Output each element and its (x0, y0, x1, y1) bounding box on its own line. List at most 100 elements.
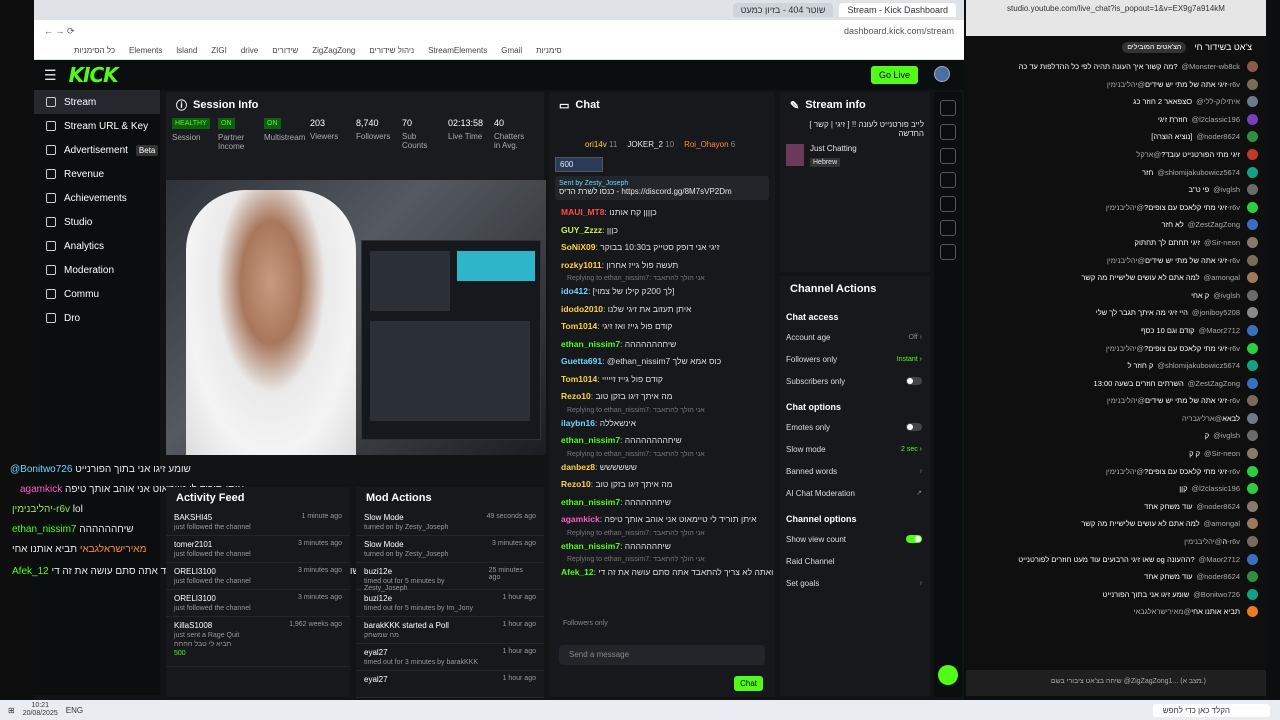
address-bar[interactable]: ← → ⟳ dashboard.kick.com/stream (34, 20, 964, 42)
bookmark[interactable]: ZIGI (211, 46, 227, 55)
sidebar-item-revenue[interactable]: Revenue (34, 162, 160, 186)
chat-username[interactable]: ido412 (561, 286, 588, 296)
windows-icon[interactable]: ⊞ (8, 706, 15, 715)
bookmark[interactable]: Elements (129, 46, 162, 55)
chat-username[interactable]: MAUI_MT8 (561, 207, 604, 217)
sidebar-item-achievements[interactable]: Achievements (34, 186, 160, 210)
yt-chat-username[interactable]: @noder8624 (1197, 132, 1240, 141)
tab-kick-dashboard[interactable]: Stream - Kick Dashboard (839, 3, 956, 17)
bookmark[interactable]: drive (241, 46, 258, 55)
sidebar-item-stream-url[interactable]: Stream URL & Key (34, 114, 160, 138)
lang-indicator[interactable]: ENG (66, 706, 83, 715)
avatar[interactable] (934, 66, 950, 82)
yt-chat-username[interactable]: @ZestZagZong (1188, 220, 1240, 229)
yt-chat-username[interactable]: @Sir-neon (1204, 449, 1240, 458)
yt-chat-username[interactable]: @l2classic196 (1192, 115, 1240, 124)
yt-chat-username[interactable]: @יהליבנימין-r6v (1184, 537, 1240, 546)
tab-youtube[interactable]: שוטר 404 - בזיון כמעט (732, 3, 834, 17)
chat-message-input[interactable]: Send a message (559, 645, 765, 665)
bookmark[interactable]: Gmail (501, 46, 522, 55)
go-live-button[interactable]: Go Live (870, 66, 918, 84)
yt-chat-username[interactable]: @Bonitwo726 (1193, 590, 1240, 599)
kick-logo[interactable]: KICK (69, 63, 119, 87)
back-icon[interactable]: ← → ⟳ (44, 26, 75, 37)
sidebar-item-studio[interactable]: Studio (34, 210, 160, 234)
chat-username[interactable]: Guetta691 (561, 356, 602, 366)
rail-icon[interactable] (940, 148, 956, 164)
rail-icon[interactable] (940, 124, 956, 140)
chat-username[interactable]: idodo2010 (561, 304, 603, 314)
raid-channel-row[interactable]: Raid Channel (780, 550, 930, 572)
yt-chat-username[interactable]: @l2classic196 (1192, 484, 1240, 493)
chat-username[interactable]: danbez8 (561, 462, 595, 472)
bookmark[interactable]: ZigZagZong (312, 46, 355, 55)
sidebar-item-drops[interactable]: Dro (34, 306, 160, 330)
chat-username[interactable]: Tom1014 (561, 374, 597, 384)
bookmark[interactable]: סימניות (536, 46, 561, 55)
chat-username[interactable]: Afek_12 (561, 567, 594, 577)
yt-chat-username[interactable]: @Monster-wb8ck (1182, 62, 1240, 71)
yt-chat-username[interactable]: @noder8624 (1197, 572, 1240, 581)
yt-chat-username[interactable]: @ארליגבריה (1182, 414, 1222, 423)
rail-icon[interactable] (940, 244, 956, 260)
chat-username[interactable]: SoNiX09 (561, 242, 596, 252)
emotes-only-row[interactable]: Emotes only (780, 416, 930, 438)
sidebar-item-community[interactable]: Commu (34, 282, 160, 306)
yt-chat-username[interactable]: @ivglsh (1213, 185, 1240, 194)
yt-chat-username[interactable]: @joniboy5208 (1192, 308, 1240, 317)
menu-icon[interactable]: ☰ (44, 67, 57, 84)
followers-only-row[interactable]: Followers only Instant › (780, 348, 930, 370)
yt-chat-username[interactable]: @amongal (1204, 519, 1240, 528)
sidebar-item-advertisement[interactable]: Advertisement Beta (34, 138, 160, 162)
subscribers-only-toggle[interactable] (906, 377, 922, 385)
rail-icon[interactable] (940, 100, 956, 116)
sidebar-item-stream[interactable]: Stream (34, 90, 160, 114)
yt-chat-username[interactable]: @מאירישראלגבאי (1134, 607, 1192, 616)
chat-username[interactable]: agamkick (561, 514, 600, 524)
show-view-count-row[interactable]: Show view count (780, 528, 930, 550)
emotes-only-toggle[interactable] (906, 423, 922, 431)
top-chat-selector[interactable]: הצ'אטים המובילים (1122, 41, 1187, 53)
yt-chat-username[interactable]: @Maor2712 (1199, 555, 1240, 564)
chat-username[interactable]: ethan_nissim7 (561, 541, 620, 551)
taskbar-search[interactable]: הקלד כאן כדי לחפש (1152, 703, 1270, 717)
yt-chat-username[interactable]: @Maor2712 (1199, 326, 1240, 335)
chat-username[interactable]: ilaybn16 (561, 418, 595, 428)
yt-chat-username[interactable]: @ארקל (1136, 150, 1161, 159)
bookmark[interactable]: כל הסימניות (74, 46, 115, 55)
show-view-count-toggle[interactable] (906, 535, 922, 543)
rail-icon[interactable] (940, 220, 956, 236)
send-chat-button[interactable]: Chat (734, 676, 763, 691)
set-goals-row[interactable]: Set goals › (780, 572, 930, 594)
sidebar-item-analytics[interactable]: Analytics (34, 234, 160, 258)
ai-chat-moderation-row[interactable]: AI Chat Moderation ↗ (780, 482, 930, 504)
stream-video-preview[interactable] (166, 180, 546, 455)
bookmark[interactable]: שידורים (272, 46, 298, 55)
yt-chat-username[interactable]: @shlomijakubowicz5674 (1157, 168, 1240, 177)
yt-chat-username[interactable]: @איתילוק-ללי (1196, 97, 1240, 106)
sidebar-item-moderation[interactable]: Moderation (34, 258, 160, 282)
slow-mode-row[interactable]: Slow mode 2 sec › (780, 438, 930, 460)
bookmark[interactable]: StreamElements (428, 46, 487, 55)
rail-icon[interactable] (940, 172, 956, 188)
yt-chat-username[interactable]: @ivglsh (1213, 291, 1240, 300)
chat-username[interactable]: rozky1011 (561, 260, 602, 270)
subscribers-only-row[interactable]: Subscribers only (780, 370, 930, 392)
yt-chat-username[interactable]: @amongal (1204, 273, 1240, 282)
yt-chat-username[interactable]: @Sir-neon (1204, 238, 1240, 247)
chat-username[interactable]: Tom1014 (561, 321, 597, 331)
chat-username[interactable]: ethan_nissim7 (561, 339, 620, 349)
chat-username[interactable]: ethan_nissim7 (561, 497, 620, 507)
bookmark[interactable]: ניהול שידורים (369, 46, 414, 55)
chat-username[interactable]: Rezo10 (561, 479, 591, 489)
yt-chat-username[interactable]: @ivglsh (1213, 431, 1240, 440)
account-age-row[interactable]: Account age Off › (780, 326, 930, 348)
yt-url-bar[interactable]: studio.youtube.com/live_chat?is_popout=1… (966, 0, 1266, 36)
chat-username[interactable]: Rezo10 (561, 391, 591, 401)
chat-username[interactable]: GUY_Zzzz (561, 225, 602, 235)
chat-username[interactable]: ethan_nissim7 (561, 435, 620, 445)
rail-icon[interactable] (940, 196, 956, 212)
yt-chat-username[interactable]: @ZestZagZong (1188, 379, 1240, 388)
bookmark[interactable]: lsland (176, 46, 197, 55)
yt-chat-username[interactable]: @shlomijakubowicz5674 (1157, 361, 1240, 370)
